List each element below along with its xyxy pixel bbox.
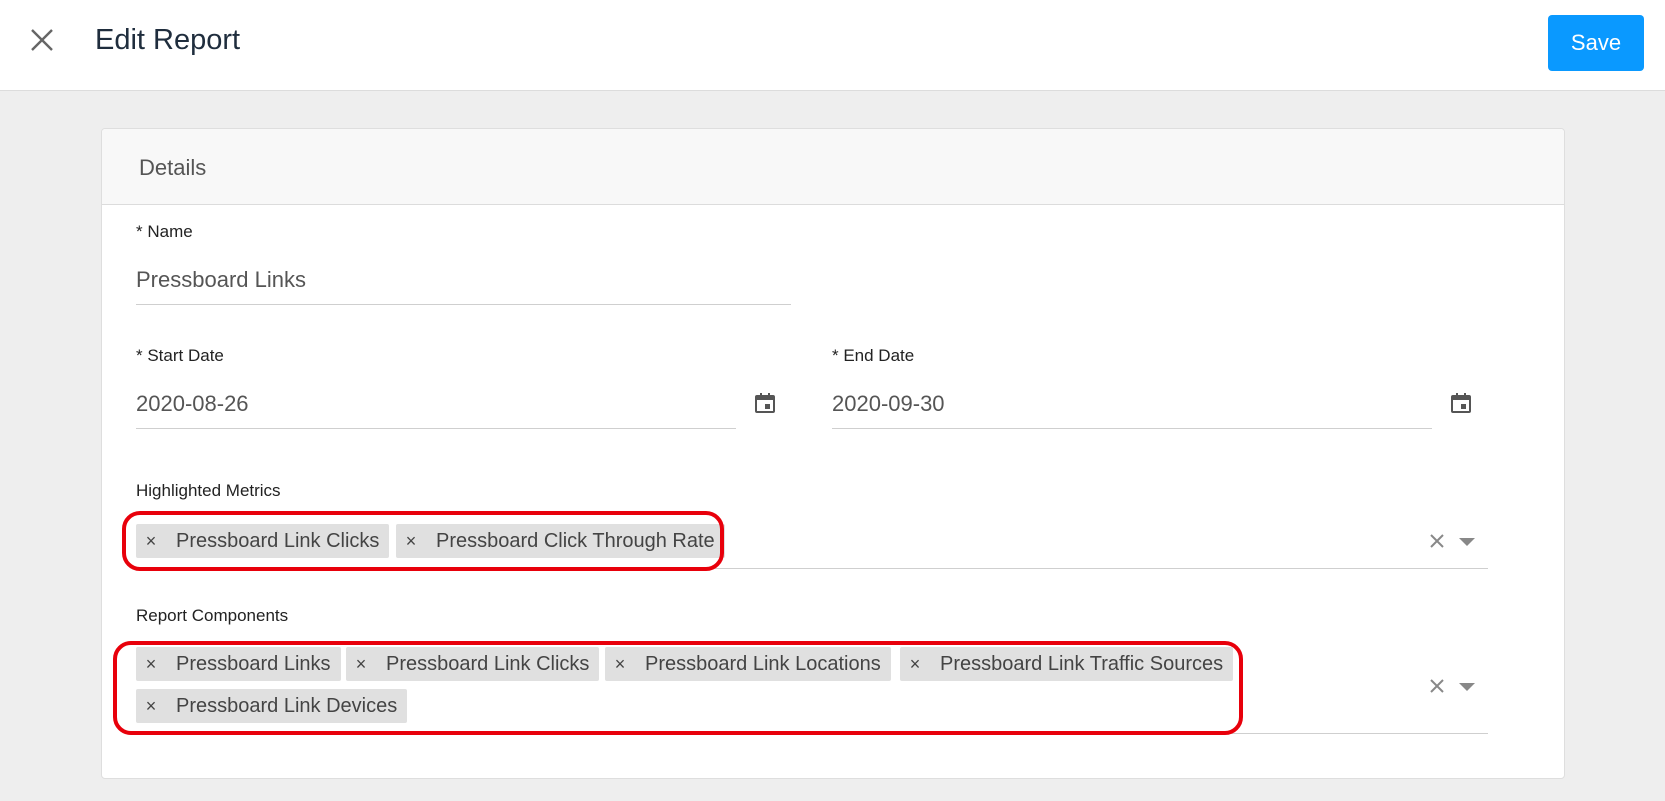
chip-label: Pressboard Click Through Rate — [436, 529, 715, 552]
report-components-select[interactable]: × Pressboard Links × Pressboard Link Cli… — [136, 639, 1488, 734]
name-label: * Name — [136, 222, 193, 241]
report-components-label: Report Components — [136, 606, 289, 625]
metric-chip: × Pressboard Link Clicks — [136, 524, 390, 558]
component-chip: × Pressboard Links — [136, 647, 341, 681]
component-chip: × Pressboard Link Clicks — [346, 647, 600, 681]
highlighted-metrics-label: Highlighted Metrics — [136, 481, 281, 500]
card-header: Details — [102, 129, 1564, 205]
chip-label: Pressboard Link Traffic Sources — [940, 652, 1224, 675]
save-button[interactable]: Save — [1548, 15, 1644, 71]
chip-remove-button[interactable]: × — [136, 654, 166, 675]
clear-icon[interactable] — [1426, 675, 1448, 697]
chip-remove-button[interactable]: × — [396, 531, 426, 552]
end-date-label: * End Date — [832, 346, 915, 365]
highlighted-metrics-select[interactable]: × Pressboard Link Clicks × Pressboard Cl… — [136, 513, 1488, 569]
start-date-input[interactable]: 2020-08-26 — [136, 381, 736, 429]
chip-remove-button[interactable]: × — [605, 654, 635, 675]
name-value: Pressboard Links — [136, 267, 306, 292]
calendar-icon[interactable] — [1449, 391, 1473, 415]
top-bar: Edit Report Save — [0, 0, 1665, 91]
chip-remove-button[interactable]: × — [136, 696, 166, 717]
close-button[interactable] — [24, 22, 60, 58]
chevron-down-icon[interactable] — [1459, 538, 1475, 546]
close-icon — [31, 29, 53, 51]
chip-label: Pressboard Link Devices — [176, 694, 398, 717]
component-chip: × Pressboard Link Devices — [136, 689, 408, 723]
chip-remove-button[interactable]: × — [900, 654, 930, 675]
card-title: Details — [139, 155, 207, 180]
chip-label: Pressboard Link Locations — [645, 652, 881, 675]
component-chip: × Pressboard Link Locations — [605, 647, 891, 681]
component-chip: × Pressboard Link Traffic Sources — [900, 647, 1234, 681]
clear-icon[interactable] — [1426, 530, 1448, 552]
chip-remove-button[interactable]: × — [136, 531, 166, 552]
name-input[interactable]: Pressboard Links — [136, 257, 791, 305]
end-date-input[interactable]: 2020-09-30 — [832, 381, 1432, 429]
page-title: Edit Report — [95, 24, 241, 56]
chip-label: Pressboard Links — [176, 652, 331, 675]
calendar-icon[interactable] — [753, 391, 777, 415]
start-date-value: 2020-08-26 — [136, 391, 249, 416]
details-card: Details * Name Pressboard Links * Start … — [101, 128, 1565, 779]
chip-label: Pressboard Link Clicks — [386, 652, 590, 675]
start-date-label: * Start Date — [136, 346, 224, 365]
metric-chip: × Pressboard Click Through Rate — [396, 524, 725, 558]
chip-label: Pressboard Link Clicks — [176, 529, 380, 552]
chip-remove-button[interactable]: × — [346, 654, 376, 675]
chevron-down-icon[interactable] — [1459, 683, 1475, 691]
end-date-value: 2020-09-30 — [832, 391, 945, 416]
